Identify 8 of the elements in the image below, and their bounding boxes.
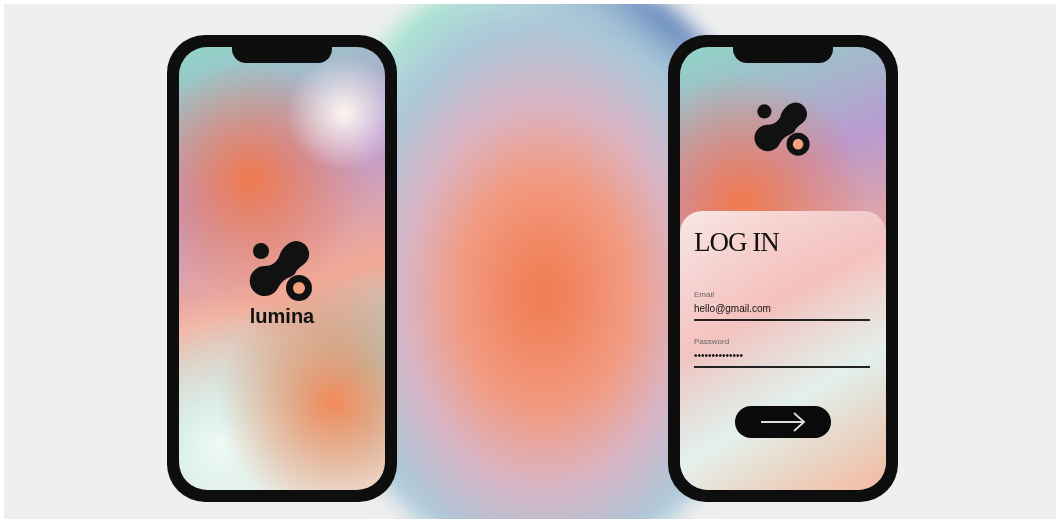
field-label: Email (694, 290, 715, 299)
input-field[interactable]: hello@gmail.com (694, 301, 870, 321)
field-label: Password (694, 337, 731, 346)
arrow-icon (760, 412, 806, 432)
input-field[interactable]: •••••••••••••• (694, 348, 870, 368)
submit-button[interactable] (735, 406, 831, 438)
brand-name: lumina (249, 305, 315, 328)
login-title: LOG IN (694, 227, 780, 258)
